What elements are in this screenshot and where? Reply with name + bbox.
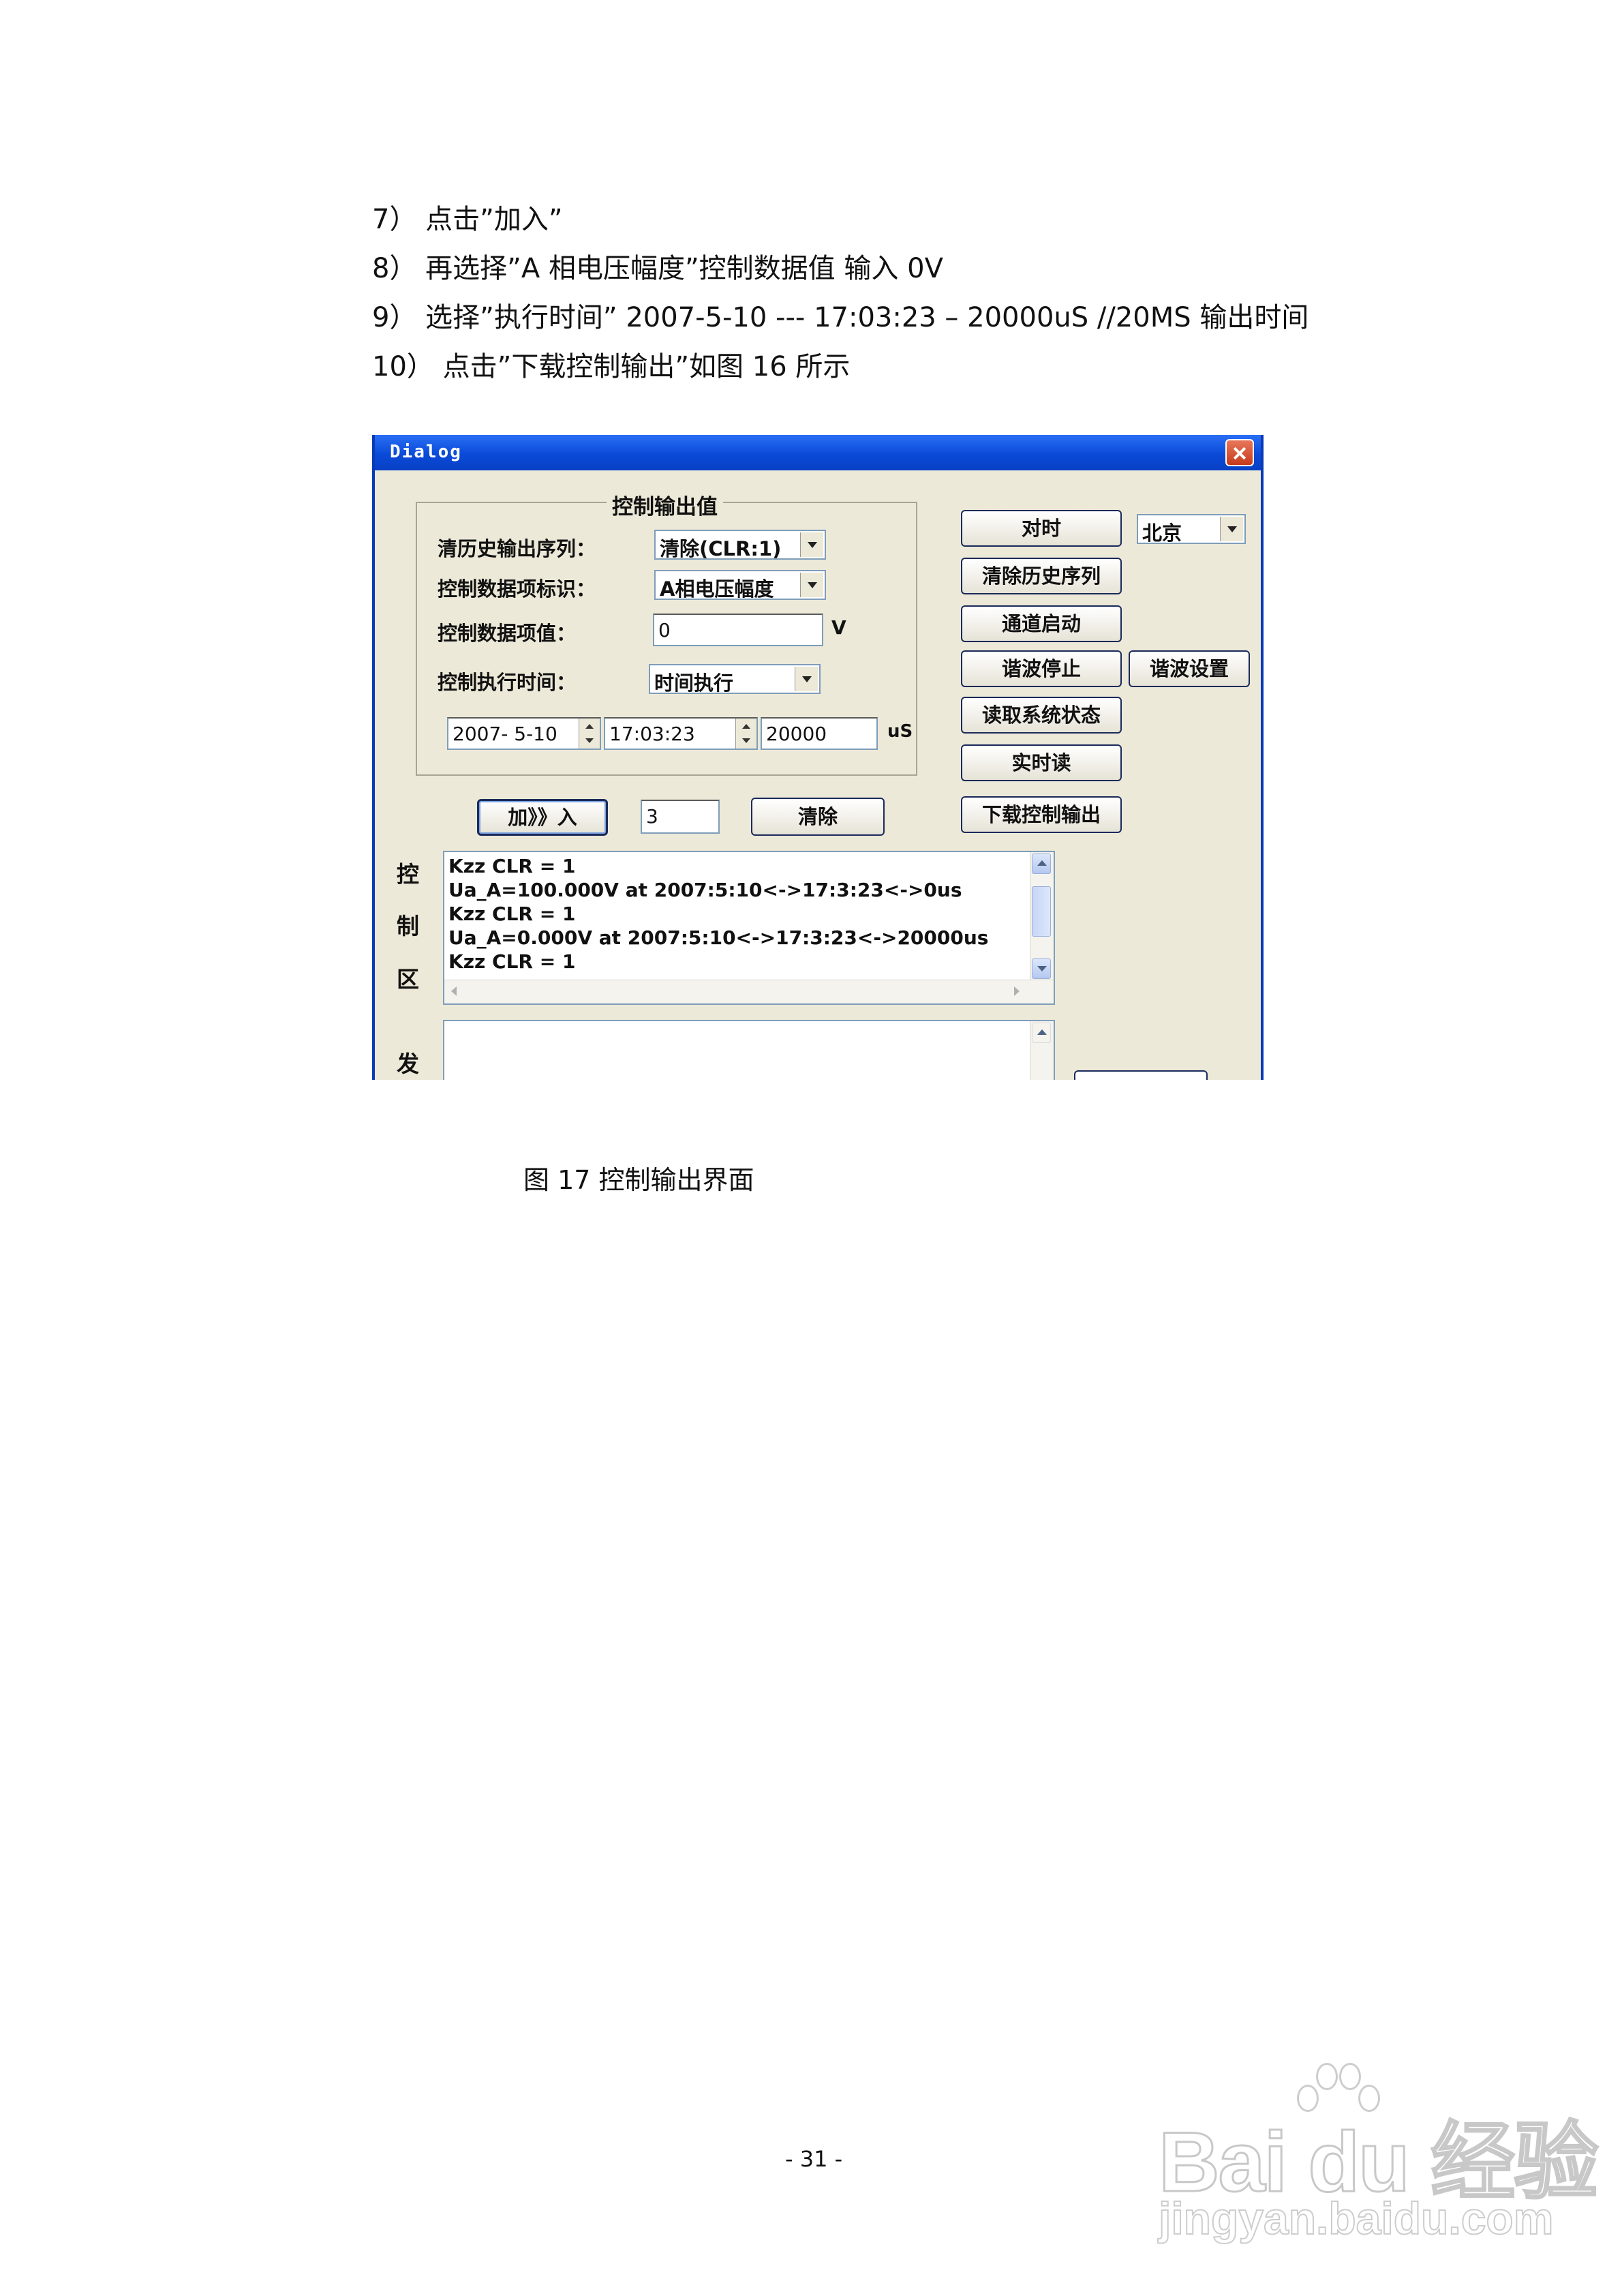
step-9: 9） 选择”执行时间” 2007-5-10 --- 17:03:23 – 200… [372,302,1309,333]
clear-history-select[interactable]: 清除(CLR:1) [654,530,826,560]
partial-button[interactable] [1074,1070,1208,1080]
download-control-output-button[interactable]: 下载控制输出 [961,796,1122,833]
close-icon[interactable] [1225,439,1254,466]
sync-time-button[interactable]: 对时 [961,510,1122,547]
time-picker[interactable]: 17:03:23 [604,717,758,750]
label-data-item-value: 控制数据项值： [438,622,577,645]
horizontal-scrollbar[interactable] [444,980,1054,1003]
timezone-select[interactable]: 北京 [1137,514,1246,545]
scroll-down-icon[interactable] [1032,958,1051,979]
label-clear-history: 清历史输出序列： [438,537,596,560]
wave-setup-button[interactable]: 谐波设置 [1129,650,1250,687]
log-line: Kzz CLR = 1 [448,950,576,973]
wave-stop-button[interactable]: 谐波停止 [961,650,1122,687]
instruction-steps: 7） 点击”加入” 8） 再选择”A 相电压幅度”控制数据值 输入 0V 9） … [372,195,1394,391]
log-line: Kzz CLR = 1 [448,903,576,925]
count-input[interactable]: 3 [641,800,720,834]
chevron-down-icon[interactable] [800,532,823,557]
microseconds-value: 20000 [766,723,827,745]
add-button[interactable]: 加》》入 [477,799,608,836]
realtime-read-button[interactable]: 实时读 [961,744,1122,781]
dialog-title: Dialog [390,442,462,462]
log-line: Kzz CLR = 1 [448,855,576,877]
control-log[interactable]: Kzz CLR = 1 Ua_A=100.000V at 2007:5:10<-… [443,851,1055,1005]
time-value: 17:03:23 [609,723,695,745]
scroll-up-icon[interactable] [1032,1023,1051,1043]
scroll-right-icon[interactable] [1014,986,1020,996]
log-line: Ua_A=100.000V at 2007:5:10<->17:3:23<->0… [448,879,962,901]
data-item-value-text: 0 [658,619,671,641]
control-area-label-3: 区 [397,966,419,993]
clear-button[interactable]: 清除 [751,798,885,836]
date-value: 2007- 5-10 [453,723,557,745]
control-area-label-1: 控 [397,861,419,888]
step-10: 10） 点击”下载控制输出”如图 16 所示 [372,351,851,382]
control-output-dialog: Dialog 控制输出值 清历史输出序列： 清除(CLR:1) 控制数据项标识：… [372,435,1264,1080]
log-line: Ua_A=0.000V at 2007:5:10<->17:3:23<->200… [448,926,989,949]
microseconds-input[interactable]: 20000 [761,717,878,750]
scroll-left-icon[interactable] [451,986,457,996]
watermark-url: jingyan.baidu.com [1158,2192,1554,2244]
step-8: 8） 再选择”A 相电压幅度”控制数据值 输入 0V [372,253,943,284]
count-value: 3 [646,805,658,828]
date-spin-icon[interactable] [579,719,600,749]
exec-time-select[interactable]: 时间执行 [649,664,821,695]
baidu-jingyan-watermark: Bai du 经验 jingyan.baidu.com [1157,2059,1600,2263]
figure-caption: 图 17 控制输出界面 [523,1165,754,1195]
step-7: 7） 点击”加入” [372,204,563,235]
scroll-thumb[interactable] [1032,886,1051,937]
time-spin-icon[interactable] [735,719,756,749]
date-picker[interactable]: 2007- 5-10 [447,717,601,750]
data-item-id-select[interactable]: A相电压幅度 [654,570,826,601]
value-unit: V [831,616,846,639]
page-number: - 31 - [785,2146,843,2172]
clear-history-value: 清除(CLR:1) [660,537,782,560]
group-title: 控制输出值 [607,489,723,520]
timezone-value: 北京 [1142,522,1182,545]
data-item-id-value: A相电压幅度 [660,577,774,601]
send-area-label: 发 [397,1051,419,1077]
channel-start-button[interactable]: 通道启动 [961,605,1122,642]
data-item-value-input[interactable]: 0 [653,614,823,646]
us-unit: uS [887,721,913,742]
chevron-down-icon[interactable] [800,573,823,597]
scroll-up-icon[interactable] [1032,854,1051,874]
vertical-scrollbar[interactable] [1030,1021,1054,1080]
chevron-down-icon[interactable] [1220,517,1243,541]
label-data-item-id: 控制数据项标识： [438,577,596,601]
exec-time-value: 时间执行 [654,671,734,695]
label-exec-time: 控制执行时间： [438,671,577,694]
read-status-button[interactable]: 读取系统状态 [961,697,1122,734]
clear-history-seq-button[interactable]: 清除历史序列 [961,558,1122,594]
vertical-scrollbar[interactable] [1030,852,1054,980]
dialog-titlebar: Dialog [375,435,1261,470]
send-log[interactable] [443,1020,1055,1080]
chevron-down-icon[interactable] [795,667,818,691]
control-area-label-2: 制 [397,913,419,939]
